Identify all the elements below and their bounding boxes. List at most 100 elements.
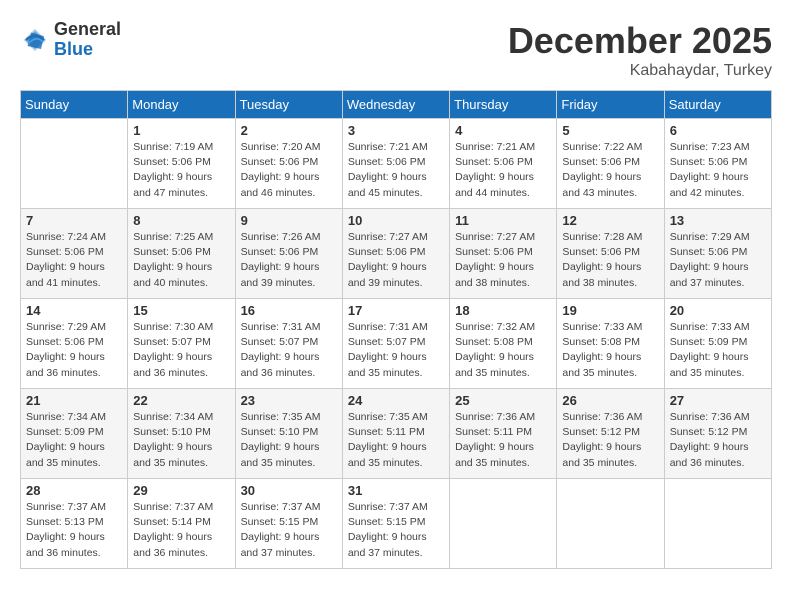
day-info: Sunrise: 7:32 AM Sunset: 5:08 PM Dayligh… (455, 320, 551, 381)
day-info: Sunrise: 7:36 AM Sunset: 5:11 PM Dayligh… (455, 410, 551, 471)
logo-general-text: General (54, 19, 121, 39)
weekday-header-tuesday: Tuesday (235, 91, 342, 119)
weekday-header-thursday: Thursday (450, 91, 557, 119)
day-info: Sunrise: 7:22 AM Sunset: 5:06 PM Dayligh… (562, 140, 658, 201)
calendar-cell: 25 Sunrise: 7:36 AM Sunset: 5:11 PM Dayli… (450, 389, 557, 479)
day-info: Sunrise: 7:30 AM Sunset: 5:07 PM Dayligh… (133, 320, 229, 381)
calendar-cell: 31Sunrise: 7:37 AM Sunset: 5:15 PM Dayli… (342, 479, 449, 569)
logo: General Blue (20, 20, 121, 60)
weekday-header-friday: Friday (557, 91, 664, 119)
calendar-week-row: 7 Sunrise: 7:24 AM Sunset: 5:06 PM Daylig… (21, 209, 772, 299)
calendar-cell: 21Sunrise: 7:34 AM Sunset: 5:09 PM Dayli… (21, 389, 128, 479)
day-number: 3 (348, 123, 444, 138)
location: Kabahaydar, Turkey (508, 62, 772, 80)
month-title: December 2025 (508, 20, 772, 62)
day-number: 4 (455, 123, 551, 138)
day-info: Sunrise: 7:31 AM Sunset: 5:07 PM Dayligh… (348, 320, 444, 381)
calendar-cell (21, 119, 128, 209)
calendar-cell: 1Sunrise: 7:19 AM Sunset: 5:06 PM Daylig… (128, 119, 235, 209)
calendar-cell: 4 Sunrise: 7:21 AM Sunset: 5:06 PM Daylig… (450, 119, 557, 209)
weekday-header-saturday: Saturday (664, 91, 771, 119)
calendar-cell: 10 Sunrise: 7:27 AM Sunset: 5:06 PM Dayli… (342, 209, 449, 299)
calendar-cell: 7 Sunrise: 7:24 AM Sunset: 5:06 PM Daylig… (21, 209, 128, 299)
calendar-cell: 5Sunrise: 7:22 AM Sunset: 5:06 PM Daylig… (557, 119, 664, 209)
calendar-cell: 26Sunrise: 7:36 AM Sunset: 5:12 PM Dayli… (557, 389, 664, 479)
calendar-cell: 27 Sunrise: 7:36 AM Sunset: 5:12 PM Dayli… (664, 389, 771, 479)
day-number: 2 (241, 123, 337, 138)
calendar-cell: 13Sunrise: 7:29 AM Sunset: 5:06 PM Dayli… (664, 209, 771, 299)
day-info: Sunrise: 7:33 AM Sunset: 5:08 PM Dayligh… (562, 320, 658, 381)
day-number: 12 (562, 213, 658, 228)
calendar-cell: 20 Sunrise: 7:33 AM Sunset: 5:09 PM Dayli… (664, 299, 771, 389)
day-number: 29 (133, 483, 229, 498)
day-number: 22 (133, 393, 229, 408)
calendar-cell (664, 479, 771, 569)
day-number: 31 (348, 483, 444, 498)
calendar-cell: 16 Sunrise: 7:31 AM Sunset: 5:07 PM Dayli… (235, 299, 342, 389)
day-info: Sunrise: 7:36 AM Sunset: 5:12 PM Dayligh… (670, 410, 766, 471)
calendar-cell: 24Sunrise: 7:35 AM Sunset: 5:11 PM Dayli… (342, 389, 449, 479)
day-info: Sunrise: 7:34 AM Sunset: 5:09 PM Dayligh… (26, 410, 122, 471)
day-info: Sunrise: 7:34 AM Sunset: 5:10 PM Dayligh… (133, 410, 229, 471)
day-info: Sunrise: 7:35 AM Sunset: 5:10 PM Dayligh… (241, 410, 337, 471)
day-info: Sunrise: 7:33 AM Sunset: 5:09 PM Dayligh… (670, 320, 766, 381)
day-info: Sunrise: 7:27 AM Sunset: 5:06 PM Dayligh… (348, 230, 444, 291)
page-header: General Blue December 2025 Kabahaydar, T… (20, 20, 772, 80)
day-info: Sunrise: 7:31 AM Sunset: 5:07 PM Dayligh… (241, 320, 337, 381)
day-number: 30 (241, 483, 337, 498)
day-number: 23 (241, 393, 337, 408)
day-info: Sunrise: 7:24 AM Sunset: 5:06 PM Dayligh… (26, 230, 122, 291)
calendar-cell: 29Sunrise: 7:37 AM Sunset: 5:14 PM Dayli… (128, 479, 235, 569)
day-info: Sunrise: 7:21 AM Sunset: 5:06 PM Dayligh… (348, 140, 444, 201)
day-number: 17 (348, 303, 444, 318)
day-number: 26 (562, 393, 658, 408)
weekday-header-monday: Monday (128, 91, 235, 119)
day-number: 20 (670, 303, 766, 318)
day-info: Sunrise: 7:29 AM Sunset: 5:06 PM Dayligh… (26, 320, 122, 381)
calendar-cell: 12Sunrise: 7:28 AM Sunset: 5:06 PM Dayli… (557, 209, 664, 299)
day-info: Sunrise: 7:27 AM Sunset: 5:06 PM Dayligh… (455, 230, 551, 291)
calendar-week-row: 1Sunrise: 7:19 AM Sunset: 5:06 PM Daylig… (21, 119, 772, 209)
day-number: 27 (670, 393, 766, 408)
day-info: Sunrise: 7:23 AM Sunset: 5:06 PM Dayligh… (670, 140, 766, 201)
day-info: Sunrise: 7:19 AM Sunset: 5:06 PM Dayligh… (133, 140, 229, 201)
day-number: 18 (455, 303, 551, 318)
day-number: 9 (241, 213, 337, 228)
day-info: Sunrise: 7:29 AM Sunset: 5:06 PM Dayligh… (670, 230, 766, 291)
day-info: Sunrise: 7:37 AM Sunset: 5:15 PM Dayligh… (241, 500, 337, 561)
day-number: 14 (26, 303, 122, 318)
day-number: 19 (562, 303, 658, 318)
day-number: 10 (348, 213, 444, 228)
calendar-cell: 6Sunrise: 7:23 AM Sunset: 5:06 PM Daylig… (664, 119, 771, 209)
calendar-week-row: 14 Sunrise: 7:29 AM Sunset: 5:06 PM Dayli… (21, 299, 772, 389)
weekday-header-sunday: Sunday (21, 91, 128, 119)
day-number: 28 (26, 483, 122, 498)
calendar-cell: 19 Sunrise: 7:33 AM Sunset: 5:08 PM Dayli… (557, 299, 664, 389)
calendar-cell: 23 Sunrise: 7:35 AM Sunset: 5:10 PM Dayli… (235, 389, 342, 479)
calendar-cell: 2 Sunrise: 7:20 AM Sunset: 5:06 PM Daylig… (235, 119, 342, 209)
calendar-cell: 30 Sunrise: 7:37 AM Sunset: 5:15 PM Dayli… (235, 479, 342, 569)
calendar-week-row: 28 Sunrise: 7:37 AM Sunset: 5:13 PM Dayli… (21, 479, 772, 569)
calendar-cell: 11 Sunrise: 7:27 AM Sunset: 5:06 PM Dayli… (450, 209, 557, 299)
day-info: Sunrise: 7:26 AM Sunset: 5:06 PM Dayligh… (241, 230, 337, 291)
day-number: 25 (455, 393, 551, 408)
calendar-cell: 18 Sunrise: 7:32 AM Sunset: 5:08 PM Dayli… (450, 299, 557, 389)
day-number: 7 (26, 213, 122, 228)
day-number: 24 (348, 393, 444, 408)
weekday-header-row: SundayMondayTuesdayWednesdayThursdayFrid… (21, 91, 772, 119)
calendar-cell: 3 Sunrise: 7:21 AM Sunset: 5:06 PM Daylig… (342, 119, 449, 209)
day-number: 8 (133, 213, 229, 228)
calendar-cell (450, 479, 557, 569)
day-info: Sunrise: 7:21 AM Sunset: 5:06 PM Dayligh… (455, 140, 551, 201)
day-info: Sunrise: 7:37 AM Sunset: 5:13 PM Dayligh… (26, 500, 122, 561)
day-number: 16 (241, 303, 337, 318)
day-number: 11 (455, 213, 551, 228)
weekday-header-wednesday: Wednesday (342, 91, 449, 119)
calendar-cell: 15Sunrise: 7:30 AM Sunset: 5:07 PM Dayli… (128, 299, 235, 389)
calendar-cell: 28 Sunrise: 7:37 AM Sunset: 5:13 PM Dayli… (21, 479, 128, 569)
calendar-cell: 17 Sunrise: 7:31 AM Sunset: 5:07 PM Dayli… (342, 299, 449, 389)
title-block: December 2025 Kabahaydar, Turkey (508, 20, 772, 80)
calendar-table: SundayMondayTuesdayWednesdayThursdayFrid… (20, 90, 772, 569)
day-info: Sunrise: 7:20 AM Sunset: 5:06 PM Dayligh… (241, 140, 337, 201)
calendar-cell: 22 Sunrise: 7:34 AM Sunset: 5:10 PM Dayli… (128, 389, 235, 479)
